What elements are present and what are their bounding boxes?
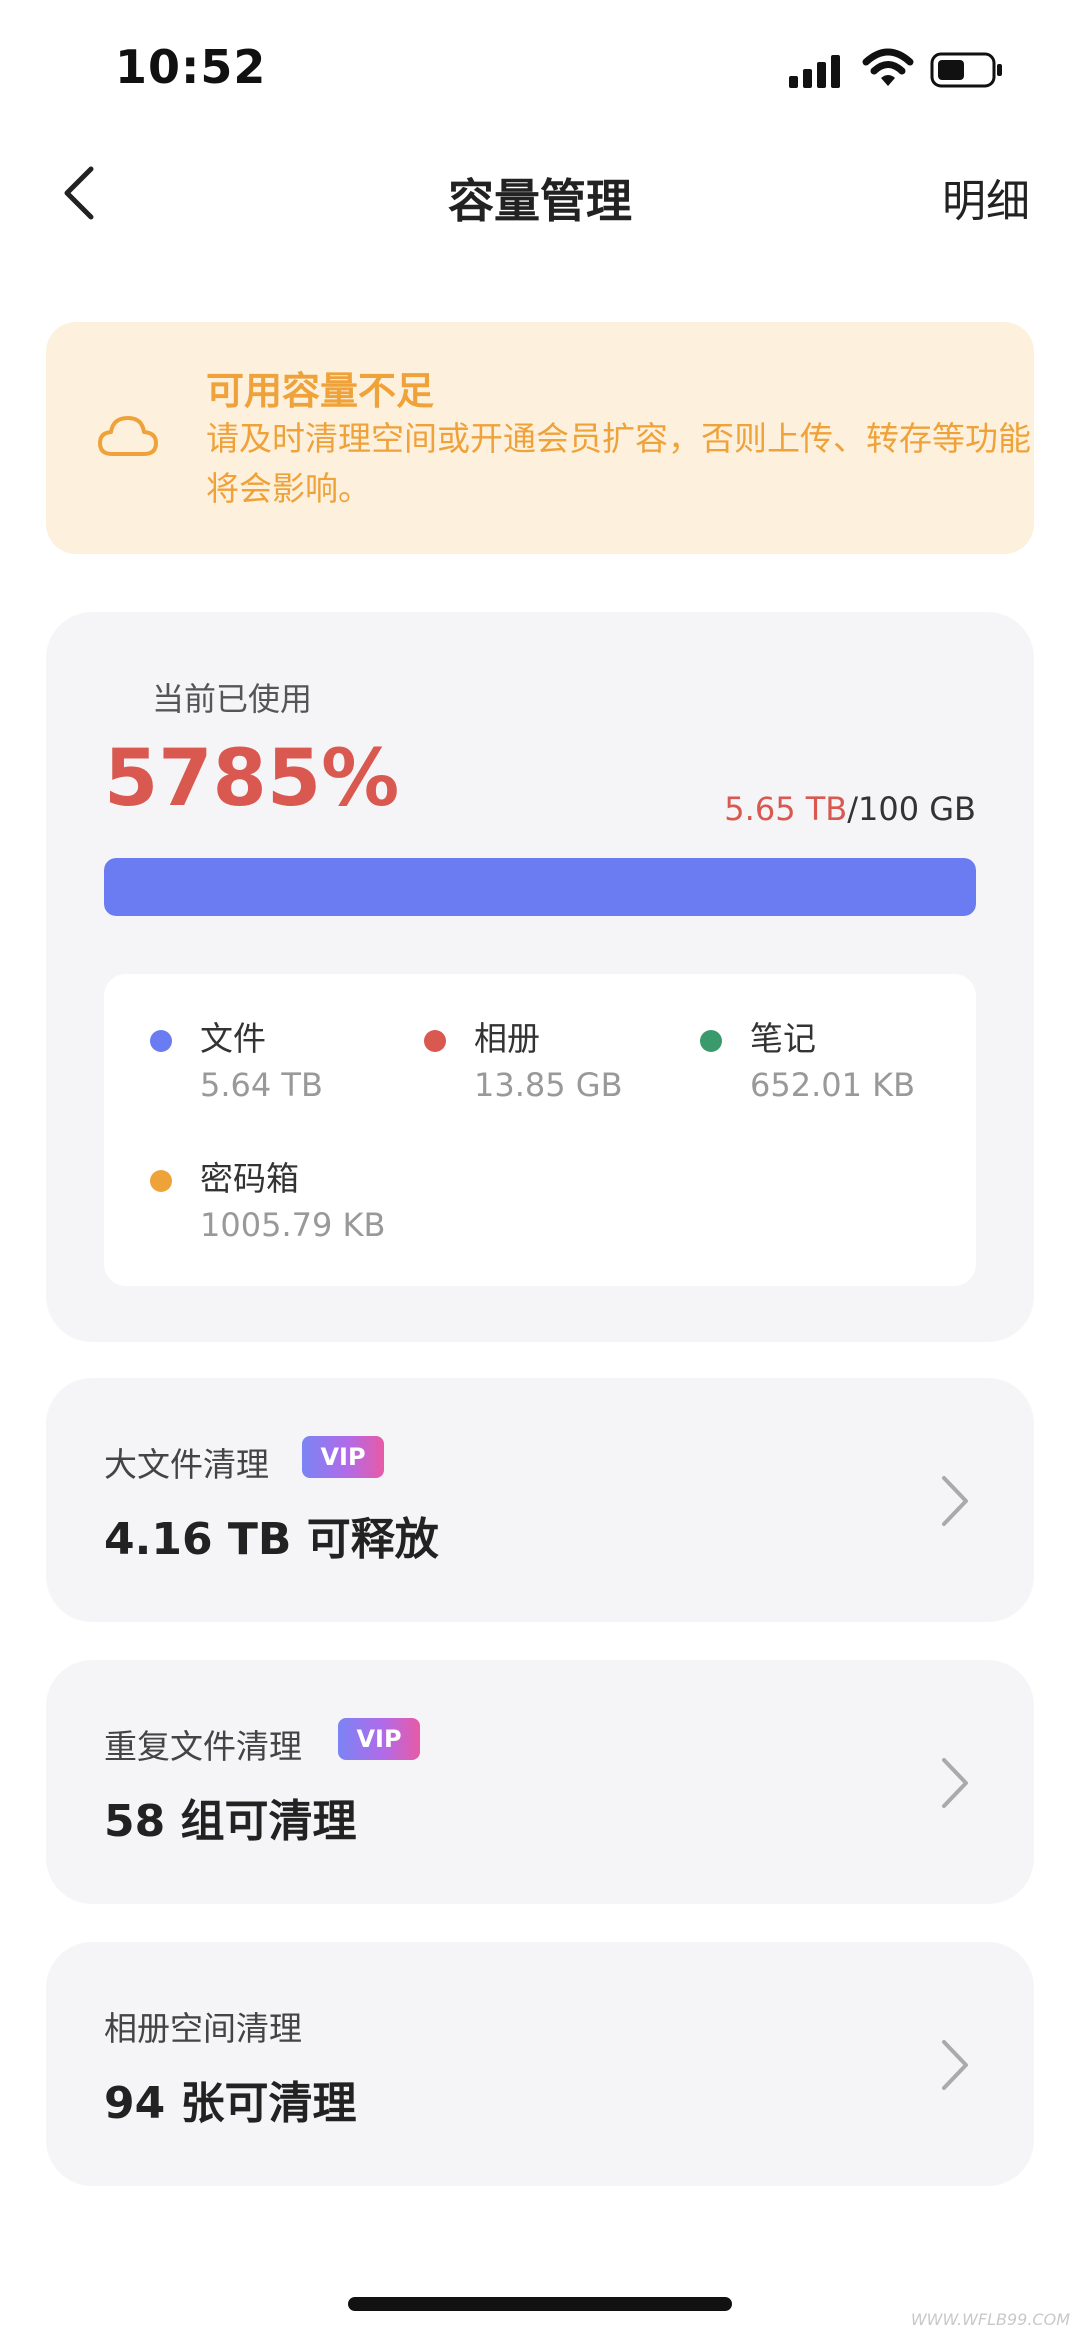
chevron-right-icon xyxy=(942,2040,968,2090)
page-title: 容量管理 xyxy=(448,174,632,228)
usage-ratio: 5.65 TB/100 GB xyxy=(724,790,976,828)
album-space-cleanup-card[interactable]: 相册空间清理 94 张可清理 xyxy=(46,1942,1034,2186)
files-color-dot xyxy=(150,1030,172,1052)
cleanup-value: 58 组可清理 xyxy=(104,1796,357,1847)
usage-label: 当前已使用 xyxy=(152,680,313,718)
usage-progress-bar xyxy=(104,858,976,916)
category-size: 1005.79 KB xyxy=(200,1206,386,1244)
detail-button[interactable]: 明细 xyxy=(942,165,1030,229)
category-size: 13.85 GB xyxy=(474,1066,623,1104)
watermark-text: WWW.WFLB99.COM xyxy=(910,2310,1070,2329)
home-indicator[interactable] xyxy=(348,2297,732,2311)
vip-badge: VIP xyxy=(338,1718,420,1760)
chevron-right-icon xyxy=(942,1758,968,1808)
navigation-bar: 容量管理 明细 xyxy=(0,145,1080,245)
notes-color-dot xyxy=(700,1030,722,1052)
category-name: 密码箱 xyxy=(200,1159,299,1198)
category-size: 652.01 KB xyxy=(750,1066,916,1104)
total-amount: /100 GB xyxy=(847,790,976,828)
cellular-signal-icon xyxy=(789,55,840,88)
usage-percent: 5785% xyxy=(104,734,400,824)
storage-breakdown: 文件 5.64 TB 相册 13.85 GB 笔记 652.01 KB 密码箱 … xyxy=(104,974,976,1286)
cleanup-value: 94 张可清理 xyxy=(104,2078,357,2129)
status-time: 10:52 xyxy=(115,40,267,94)
usage-progress-fill xyxy=(104,858,976,916)
cloud-icon xyxy=(98,416,158,456)
category-name: 笔记 xyxy=(750,1019,816,1058)
vip-badge: VIP xyxy=(302,1436,384,1478)
warning-text: 请及时清理空间或开通会员扩容，否则上传、转存等功能将会影响。 xyxy=(206,419,1031,508)
duplicate-file-cleanup-card[interactable]: 重复文件清理 VIP 58 组可清理 xyxy=(46,1660,1034,1904)
status-bar: 10:52 xyxy=(0,0,1080,130)
cleanup-title: 相册空间清理 xyxy=(104,2009,302,2048)
category-size: 5.64 TB xyxy=(200,1066,323,1104)
large-file-cleanup-card[interactable]: 大文件清理 VIP 4.16 TB 可释放 xyxy=(46,1378,1034,1622)
password-box-color-dot xyxy=(150,1170,172,1192)
category-name: 相册 xyxy=(474,1019,540,1058)
wifi-icon xyxy=(862,48,914,86)
used-amount: 5.65 TB xyxy=(724,790,848,828)
capacity-management-screen: 10:52 容量管理 明细 可用容量不足 请及时清理空间或开通会员扩容，否则上传… xyxy=(0,0,1080,2337)
cleanup-title: 重复文件清理 xyxy=(104,1727,302,1766)
usage-card: 当前已使用 5785% 5.65 TB/100 GB 文件 5.64 TB 相册… xyxy=(46,612,1034,1342)
battery-icon xyxy=(930,52,1002,88)
cleanup-value: 4.16 TB 可释放 xyxy=(104,1514,439,1565)
chevron-right-icon xyxy=(942,1476,968,1526)
warning-title: 可用容量不足 xyxy=(206,369,435,413)
album-color-dot xyxy=(424,1030,446,1052)
low-capacity-warning: 可用容量不足 请及时清理空间或开通会员扩容，否则上传、转存等功能将会影响。 xyxy=(46,322,1034,554)
category-name: 文件 xyxy=(200,1019,266,1058)
cleanup-title: 大文件清理 xyxy=(104,1445,269,1484)
